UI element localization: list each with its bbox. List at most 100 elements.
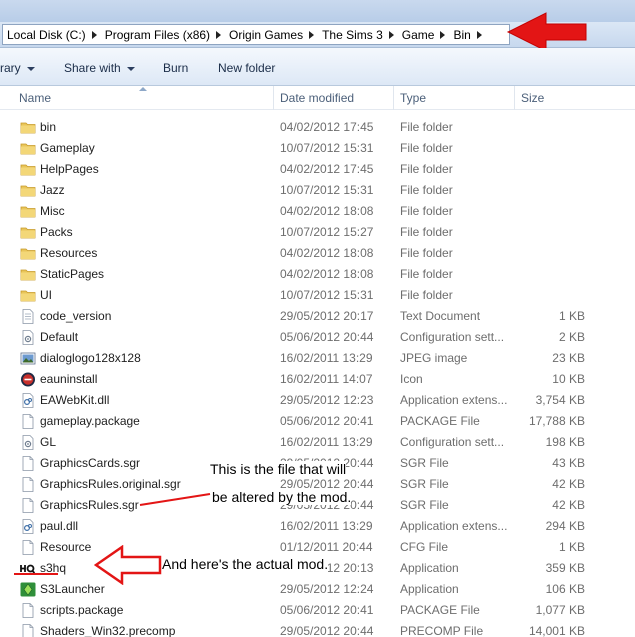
file-name: Resource: [40, 540, 92, 554]
chevron-right-icon[interactable]: [309, 30, 315, 39]
table-row[interactable]: code_version 29/05/2012 20:17 Text Documen…: [0, 305, 635, 326]
crumb-the-sims-3[interactable]: The Sims 3: [322, 28, 402, 42]
file-size: 2 KB: [558, 330, 585, 344]
crumb-bin[interactable]: Bin: [453, 28, 489, 42]
file-size: 43 KB: [552, 456, 585, 470]
red-arrow-annotation-icon: [506, 12, 587, 52]
chevron-right-icon[interactable]: [216, 30, 222, 39]
annotation-mod-note: And here's the actual mod.: [162, 556, 329, 572]
crumb-label: Origin Games: [229, 27, 304, 42]
crumb-game[interactable]: Game: [402, 28, 454, 42]
dll-file-icon: [20, 393, 36, 408]
chevron-right-icon[interactable]: [388, 30, 394, 39]
column-size-header[interactable]: Size: [521, 91, 544, 105]
folder-icon: [20, 288, 36, 303]
table-row[interactable]: EAWebKit.dll 29/05/2012 12:23 Application …: [0, 389, 635, 410]
file-name: code_version: [40, 309, 112, 323]
table-row[interactable]: HelpPages 04/02/2012 17:45 File folder: [0, 158, 635, 179]
file-name: eauninstall: [40, 372, 98, 386]
column-divider[interactable]: [514, 86, 515, 110]
file-type: File folder: [400, 120, 453, 134]
file-type: CFG File: [400, 540, 448, 554]
file-date: 16/02/2011 14:07: [280, 372, 373, 386]
file-date: 05/06/2012 20:41: [280, 414, 374, 428]
column-date-header[interactable]: Date modified: [280, 91, 354, 105]
table-row[interactable]: Default 05/06/2012 20:44 Configuration set…: [0, 326, 635, 347]
file-type: File folder: [400, 225, 453, 239]
file-name: HelpPages: [40, 162, 99, 176]
address-bar: Local Disk (C:) Program Files (x86) Orig…: [0, 12, 635, 52]
annotation-graphics-rules-line2: be altered by the mod.: [212, 489, 352, 505]
crumb-label: Program Files (x86): [104, 27, 211, 42]
file-type: File folder: [400, 204, 453, 218]
table-row[interactable]: Jazz 10/07/2012 15:31 File folder: [0, 179, 635, 200]
file-size: 1,077 KB: [535, 603, 585, 617]
annotation-underline: [14, 573, 58, 575]
table-row[interactable]: GL 16/02/2011 13:29 Configuration sett... 1…: [0, 431, 635, 452]
file-size: 23 KB: [552, 351, 585, 365]
file-date: 16/02/2011 13:29: [280, 351, 373, 365]
crumb-local-disk[interactable]: Local Disk (C:): [7, 28, 105, 42]
chevron-right-icon[interactable]: [91, 30, 97, 39]
file-type: File folder: [400, 162, 453, 176]
file-type: Text Document: [400, 309, 481, 323]
table-row[interactable]: dialoglogo128x128 16/02/2011 13:29 JPEG im…: [0, 347, 635, 368]
crumb-program-files[interactable]: Program Files (x86): [105, 28, 229, 42]
file-date: 29/05/2012 20:17: [280, 309, 374, 323]
table-row[interactable]: UI 10/07/2012 15:31 File folder: [0, 284, 635, 305]
file-size: 359 KB: [545, 561, 585, 575]
table-row[interactable]: paul.dll 16/02/2011 13:29 Application exte…: [0, 515, 635, 536]
file-name: gameplay.package: [40, 414, 140, 428]
folder-icon: [20, 225, 36, 240]
generic-file-icon: [20, 498, 36, 513]
table-row[interactable]: Packs 10/07/2012 15:27 File folder: [0, 221, 635, 242]
file-date: 29/05/2012 12:23: [280, 393, 374, 407]
table-row[interactable]: Resources 04/02/2012 18:08 File folder: [0, 242, 635, 263]
file-date: 05/06/2012 20:41: [280, 603, 374, 617]
file-size: 10 KB: [552, 372, 585, 386]
share-with-button[interactable]: Share with: [64, 61, 135, 75]
share-label: Share with: [64, 61, 121, 75]
file-name: scripts.package: [40, 603, 124, 617]
file-date: 04/02/2012 18:08: [280, 204, 374, 218]
table-row[interactable]: bin 04/02/2012 17:45 File folder: [0, 116, 635, 137]
column-divider[interactable]: [273, 86, 274, 110]
table-row[interactable]: Gameplay 10/07/2012 15:31 File folder: [0, 137, 635, 158]
chevron-right-icon[interactable]: [476, 30, 482, 39]
table-row[interactable]: scripts.package 05/06/2012 20:41 PACKAGE F…: [0, 599, 635, 620]
crumb-label: The Sims 3: [322, 27, 383, 42]
annotation-graphics-rules-line1: This is the file that will: [210, 461, 347, 477]
table-row[interactable]: gameplay.package 05/06/2012 20:41 PACKAGE …: [0, 410, 635, 431]
file-size: 106 KB: [545, 582, 585, 596]
file-date: 04/02/2012 17:45: [280, 162, 374, 176]
file-type: SGR File: [400, 456, 449, 470]
crumb-origin-games[interactable]: Origin Games: [229, 28, 322, 42]
table-row[interactable]: Shaders_Win32.precomp 29/05/2012 20:44 PRE…: [0, 620, 635, 637]
file-date: 16/02/2011 13:29: [280, 519, 373, 533]
breadcrumb[interactable]: Local Disk (C:) Program Files (x86) Orig…: [2, 24, 510, 45]
burn-button[interactable]: Burn: [163, 61, 188, 75]
chevron-down-icon: [126, 66, 135, 71]
file-type: SGR File: [400, 498, 449, 512]
file-date: 29/05/2012 20:44: [280, 624, 374, 637]
new-folder-button[interactable]: New folder: [218, 61, 275, 75]
folder-icon: [20, 162, 36, 177]
file-type: PRECOMP File: [400, 624, 484, 637]
table-row[interactable]: Misc 04/02/2012 18:08 File folder: [0, 200, 635, 221]
column-divider[interactable]: [393, 86, 394, 110]
table-row[interactable]: StaticPages 04/02/2012 18:08 File folder: [0, 263, 635, 284]
file-size: 1 KB: [558, 540, 585, 554]
file-type: Configuration sett...: [400, 330, 505, 344]
folder-icon: [20, 141, 36, 156]
column-name-header[interactable]: Name: [19, 91, 51, 105]
chevron-right-icon[interactable]: [440, 30, 446, 39]
file-size: 294 KB: [545, 519, 585, 533]
file-name: GraphicsCards.sgr: [40, 456, 141, 470]
ea-icon: [20, 372, 36, 387]
table-row[interactable]: eauninstall 16/02/2011 14:07 Icon 10 KB: [0, 368, 635, 389]
file-date: 29/05/2012 12:24: [280, 582, 374, 596]
include-in-library-button[interactable]: rary: [0, 61, 35, 75]
file-type: SGR File: [400, 477, 449, 491]
column-type-header[interactable]: Type: [400, 91, 426, 105]
file-name: StaticPages: [40, 267, 105, 281]
